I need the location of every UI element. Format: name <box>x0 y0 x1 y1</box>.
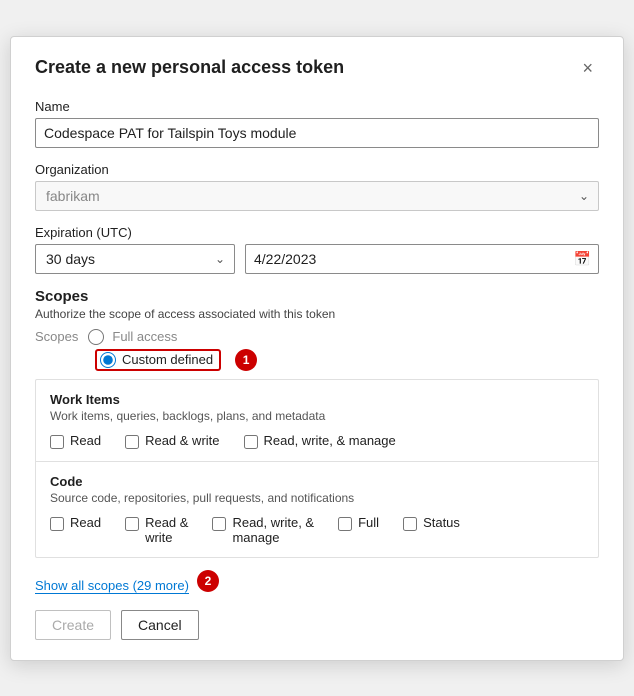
scopes-radio-group: Scopes Full access Custom defined 1 <box>35 329 599 371</box>
scopes-section: Scopes Authorize the scope of access ass… <box>35 288 599 594</box>
full-access-label: Full access <box>112 329 177 344</box>
code-scope-group: Code Source code, repositories, pull req… <box>36 462 598 557</box>
organization-select[interactable]: fabrikam <box>35 181 599 211</box>
organization-field-group: Organization fabrikam ⌄ <box>35 162 599 211</box>
work-items-read-option[interactable]: Read <box>50 433 101 449</box>
code-status-option[interactable]: Status <box>403 515 460 531</box>
custom-defined-radio-item: Custom defined 1 <box>95 349 599 371</box>
code-full-option[interactable]: Full <box>338 515 379 531</box>
code-manage-option[interactable]: Read, write, &manage <box>212 515 314 545</box>
work-items-read-checkbox[interactable] <box>50 435 64 449</box>
custom-defined-label: Custom defined <box>122 352 213 367</box>
work-items-scope-group: Work Items Work items, queries, backlogs… <box>36 380 598 462</box>
code-readwrite-checkbox[interactable] <box>125 517 139 531</box>
work-items-read-label: Read <box>70 433 101 448</box>
work-items-title: Work Items <box>50 392 584 407</box>
full-access-radio-item: Scopes Full access <box>35 329 599 345</box>
callout-badge-2: 2 <box>197 570 219 592</box>
code-title: Code <box>50 474 584 489</box>
code-manage-label: Read, write, &manage <box>232 515 314 545</box>
work-items-manage-label: Read, write, & manage <box>264 433 396 448</box>
create-pat-dialog: Create a new personal access token × Nam… <box>10 36 624 661</box>
custom-defined-highlight: Custom defined <box>95 349 221 371</box>
show-all-count: (29 more) <box>133 578 189 593</box>
show-all-scopes-link[interactable]: Show all scopes (29 more) <box>35 578 189 594</box>
work-items-readwrite-option[interactable]: Read & write <box>125 433 219 449</box>
date-input[interactable] <box>245 244 599 274</box>
expiration-field-group: Expiration (UTC) 30 days 60 days 90 days… <box>35 225 599 274</box>
full-access-radio[interactable] <box>88 329 104 345</box>
date-input-wrapper: 📅 <box>245 244 599 274</box>
dialog-title: Create a new personal access token <box>35 57 344 78</box>
organization-select-wrapper: fabrikam ⌄ <box>35 181 599 211</box>
expiration-select[interactable]: 30 days 60 days 90 days Custom <box>35 244 235 274</box>
code-options: Read Read &write Read, write, &manage Fu… <box>50 515 584 545</box>
expiration-row: 30 days 60 days 90 days Custom ⌄ 📅 <box>35 244 599 274</box>
show-all-label: Show all scopes <box>35 578 129 593</box>
name-field-group: Name <box>35 99 599 148</box>
cancel-button[interactable]: Cancel <box>121 610 199 640</box>
code-status-label: Status <box>423 515 460 530</box>
code-status-checkbox[interactable] <box>403 517 417 531</box>
code-read-checkbox[interactable] <box>50 517 64 531</box>
scopes-label: Scopes <box>35 329 78 344</box>
create-button[interactable]: Create <box>35 610 111 640</box>
code-full-label: Full <box>358 515 379 530</box>
scopes-scroll-area[interactable]: Work Items Work items, queries, backlogs… <box>35 379 599 558</box>
work-items-readwrite-label: Read & write <box>145 433 219 448</box>
close-button[interactable]: × <box>576 57 599 79</box>
work-items-manage-option[interactable]: Read, write, & manage <box>244 433 396 449</box>
expiration-dropdown-wrapper: 30 days 60 days 90 days Custom ⌄ <box>35 244 235 274</box>
code-readwrite-label: Read &write <box>145 515 188 545</box>
code-read-label: Read <box>70 515 101 530</box>
dialog-header: Create a new personal access token × <box>35 57 599 79</box>
work-items-desc: Work items, queries, backlogs, plans, an… <box>50 409 584 423</box>
code-readwrite-option[interactable]: Read &write <box>125 515 188 545</box>
custom-defined-radio[interactable] <box>100 352 116 368</box>
name-input[interactable] <box>35 118 599 148</box>
code-manage-checkbox[interactable] <box>212 517 226 531</box>
work-items-manage-checkbox[interactable] <box>244 435 258 449</box>
code-full-checkbox[interactable] <box>338 517 352 531</box>
show-all-row: Show all scopes (29 more) 2 <box>35 568 599 594</box>
name-label: Name <box>35 99 599 114</box>
expiration-label: Expiration (UTC) <box>35 225 599 240</box>
code-desc: Source code, repositories, pull requests… <box>50 491 584 505</box>
code-read-option[interactable]: Read <box>50 515 101 531</box>
work-items-options: Read Read & write Read, write, & manage <box>50 433 584 449</box>
scopes-description: Authorize the scope of access associated… <box>35 307 599 321</box>
dialog-footer: Create Cancel <box>35 610 599 640</box>
work-items-readwrite-checkbox[interactable] <box>125 435 139 449</box>
callout-badge-1: 1 <box>235 349 257 371</box>
scopes-title: Scopes <box>35 288 599 305</box>
organization-label: Organization <box>35 162 599 177</box>
